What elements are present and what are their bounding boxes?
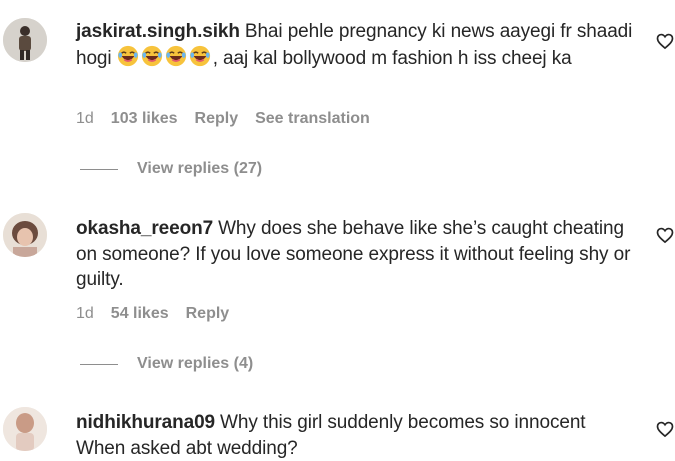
heart-outline-icon[interactable] bbox=[655, 31, 675, 51]
likes-count[interactable]: 103 likes bbox=[111, 110, 178, 128]
comment-text: nidhikhurana09 Why this girl suddenly bec… bbox=[76, 410, 636, 461]
reply-button[interactable]: Reply bbox=[186, 305, 230, 323]
replies-divider bbox=[80, 363, 118, 365]
heart-outline-icon[interactable] bbox=[655, 419, 675, 439]
comment-username[interactable]: jaskirat.singh.sikh bbox=[76, 21, 240, 42]
avatar[interactable] bbox=[3, 407, 47, 451]
heart-outline-icon[interactable] bbox=[655, 225, 675, 245]
rolling-on-floor-laughing-emoji bbox=[165, 45, 186, 66]
view-replies-button[interactable]: View replies (4) bbox=[80, 355, 253, 373]
comment-username[interactable]: okasha_reeon7 bbox=[76, 218, 213, 239]
comment-time: 1d bbox=[76, 110, 94, 127]
rolling-on-floor-laughing-emoji bbox=[141, 45, 162, 66]
comment-text: okasha_reeon7 Why does she behave like sh… bbox=[76, 216, 636, 293]
reply-button[interactable]: Reply bbox=[195, 110, 239, 128]
rolling-on-floor-laughing-emoji bbox=[189, 45, 210, 66]
view-replies-label: View replies (27) bbox=[137, 160, 263, 177]
emoji-group bbox=[117, 45, 213, 69]
comment-text: jaskirat.singh.sikh Bhai pehle pregnancy … bbox=[76, 19, 636, 71]
view-replies-button[interactable]: View replies (27) bbox=[80, 160, 262, 178]
avatar[interactable] bbox=[3, 213, 47, 257]
see-translation-button[interactable]: See translation bbox=[255, 110, 370, 128]
replies-divider bbox=[80, 168, 118, 170]
likes-count[interactable]: 54 likes bbox=[111, 305, 169, 323]
comment-meta: 1d 54 likes Reply bbox=[76, 305, 246, 323]
comment-meta: 1d 103 likes Reply See translation bbox=[76, 110, 387, 128]
comment-text-part: , aaj kal bollywood m fashion h iss chee… bbox=[212, 47, 572, 69]
avatar[interactable] bbox=[3, 18, 47, 62]
view-replies-label: View replies (4) bbox=[137, 355, 254, 372]
rolling-on-floor-laughing-emoji bbox=[117, 45, 138, 66]
comment-username[interactable]: nidhikhurana09 bbox=[76, 412, 215, 433]
comment-time: 1d bbox=[76, 305, 94, 322]
